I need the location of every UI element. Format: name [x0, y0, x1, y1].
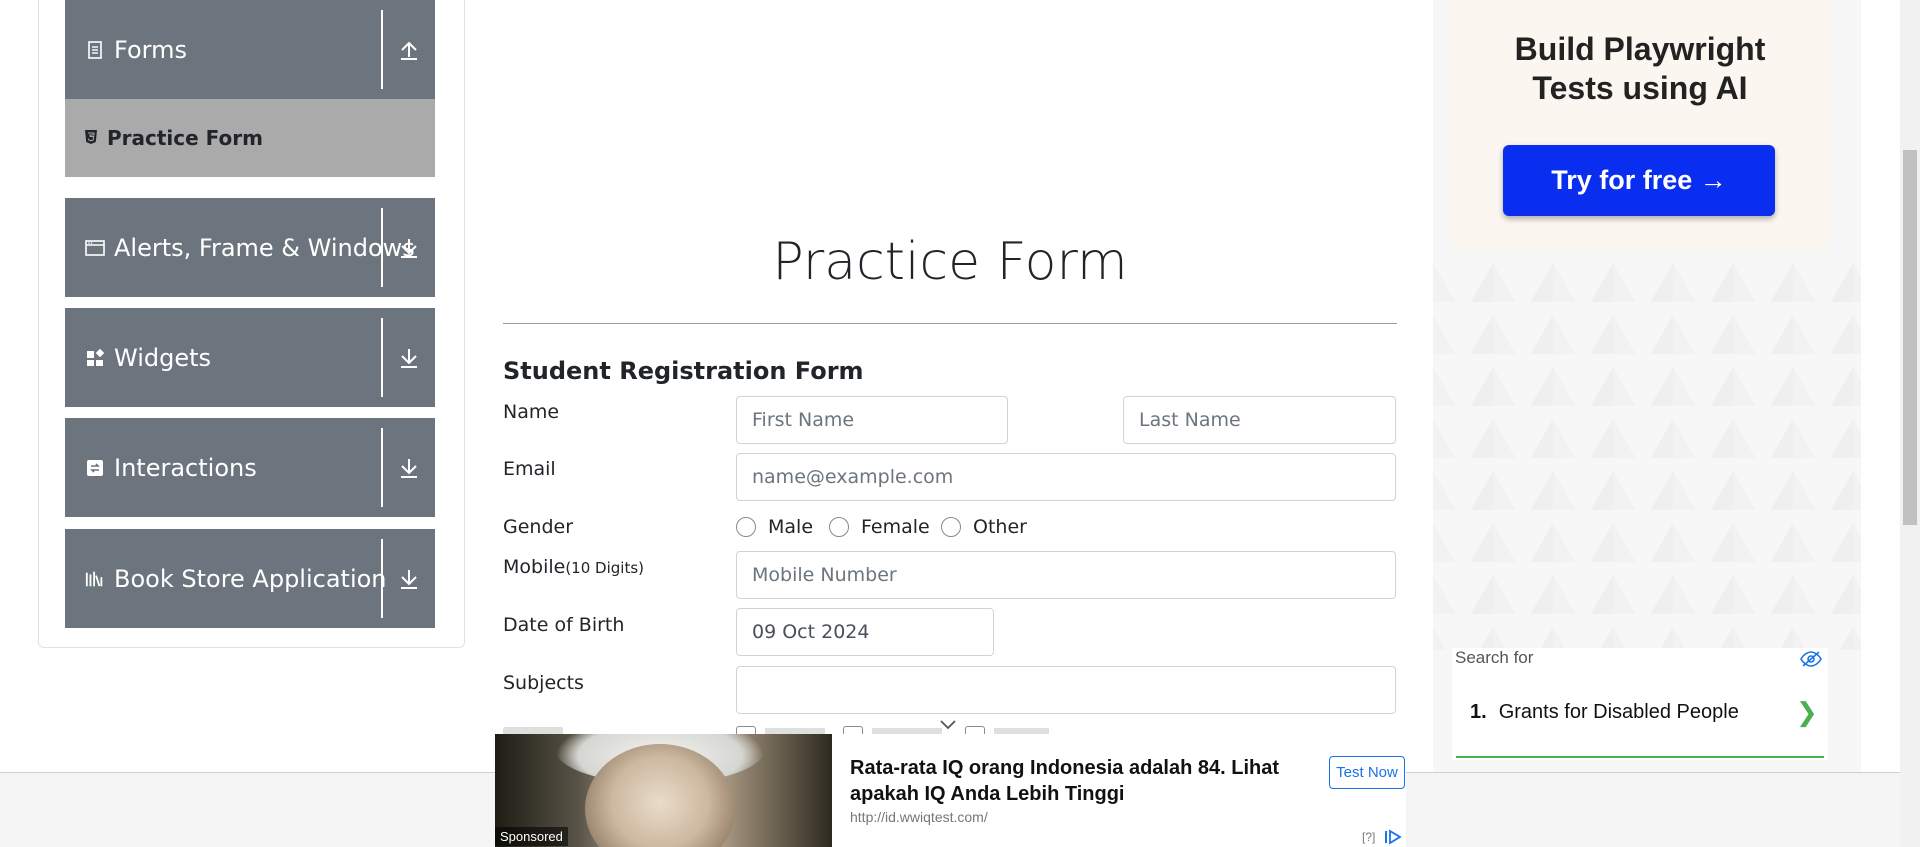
search-accent-line: [1456, 756, 1824, 758]
nav-group-widgets[interactable]: Widgets: [65, 308, 435, 407]
radio-circle[interactable]: [736, 517, 756, 537]
search-for-label: Search for: [1455, 648, 1534, 667]
scrollbar-thumb[interactable]: [1903, 150, 1917, 525]
divider: [381, 539, 383, 618]
subjects-label: Subjects: [503, 672, 584, 694]
divider: [381, 208, 383, 287]
nav-group-interactions[interactable]: Interactions: [65, 418, 435, 517]
first-name-input[interactable]: First Name: [736, 396, 1008, 444]
subjects-input[interactable]: [736, 666, 1396, 714]
test-now-button[interactable]: Test Now: [1329, 756, 1405, 789]
nav-group-label: Interactions: [114, 453, 257, 482]
collapse-up-icon[interactable]: [396, 37, 422, 63]
sponsored-label: Sponsored: [495, 827, 568, 846]
playwright-ad-title: Build Playwright Tests using AI: [1452, 30, 1828, 108]
search-result-link[interactable]: 1. Grants for Disabled People: [1470, 701, 1739, 724]
page-title: Practice Form: [772, 232, 1128, 292]
gender-radio-female[interactable]: Female: [829, 516, 930, 538]
nav-item-practice-form[interactable]: Practice Form: [65, 99, 435, 177]
chevron-right-icon[interactable]: ❯: [1796, 697, 1818, 728]
name-label: Name: [503, 401, 560, 423]
radio-label: Other: [973, 516, 1027, 538]
form-heading: Student Registration Form: [503, 357, 864, 385]
mobile-hint: (10 Digits): [565, 559, 644, 577]
mobile-label-text: Mobile: [503, 556, 566, 578]
hide-ad-eye-icon[interactable]: [1800, 650, 1822, 668]
ad-title-line: Tests using AI: [1532, 70, 1748, 106]
search-result-text: Grants for Disabled People: [1498, 701, 1739, 723]
ad-background-pattern: [1433, 250, 1861, 650]
last-name-input[interactable]: Last Name: [1123, 396, 1396, 444]
search-result-number: 1.: [1470, 701, 1487, 723]
adchoices-icon[interactable]: [1384, 829, 1402, 845]
radio-label: Male: [768, 516, 814, 538]
form-icon: [88, 40, 102, 59]
nav-group-label: Widgets: [114, 343, 212, 372]
gender-radio-other[interactable]: Other: [941, 516, 1027, 538]
books-icon: [85, 571, 103, 586]
title-divider: [503, 323, 1397, 324]
divider: [381, 318, 383, 397]
nav-group-forms[interactable]: Forms: [65, 0, 435, 99]
chevron-down-icon[interactable]: [938, 718, 958, 732]
dob-input[interactable]: 09 Oct 2024: [736, 608, 994, 656]
ad-info-link[interactable]: [?]: [1362, 830, 1375, 844]
expand-down-icon[interactable]: [396, 566, 422, 592]
try-for-free-button[interactable]: Try for free →: [1503, 145, 1775, 216]
expand-down-icon[interactable]: [396, 345, 422, 371]
radio-circle[interactable]: [941, 517, 961, 537]
widgets-icon: [87, 348, 105, 366]
radio-label: Female: [861, 516, 930, 538]
expand-down-icon[interactable]: [396, 235, 422, 261]
dob-label: Date of Birth: [503, 614, 625, 636]
nav-group-label: Alerts, Frame & Windows: [114, 233, 415, 262]
email-label: Email: [503, 458, 556, 480]
gender-radio-male[interactable]: Male: [736, 516, 813, 538]
ad-url[interactable]: http://id.wwiqtest.com/: [850, 809, 988, 825]
radio-circle[interactable]: [829, 517, 849, 537]
html5-icon: [85, 130, 97, 144]
divider: [381, 428, 383, 507]
expand-down-icon[interactable]: [396, 455, 422, 481]
email-input[interactable]: name@example.com: [736, 453, 1396, 501]
page-scrollbar[interactable]: [1900, 0, 1920, 847]
nav-group-bookstore[interactable]: Book Store Application: [65, 529, 435, 628]
ad-headline[interactable]: Rata-rata IQ orang Indonesia adalah 84. …: [850, 755, 1320, 807]
ad-title-line: Build Playwright: [1514, 31, 1766, 67]
interactions-icon: [87, 459, 103, 476]
nav-group-label: Forms: [114, 35, 187, 64]
mobile-input[interactable]: Mobile Number: [736, 551, 1396, 599]
nav-item-label: Practice Form: [107, 126, 263, 150]
nav-group-alerts[interactable]: Alerts, Frame & Windows: [65, 198, 435, 297]
mobile-label: Mobile(10 Digits): [503, 556, 644, 578]
divider: [381, 10, 383, 89]
window-icon: [85, 239, 105, 256]
gender-label: Gender: [503, 516, 574, 538]
nav-group-label: Book Store Application: [114, 564, 387, 593]
